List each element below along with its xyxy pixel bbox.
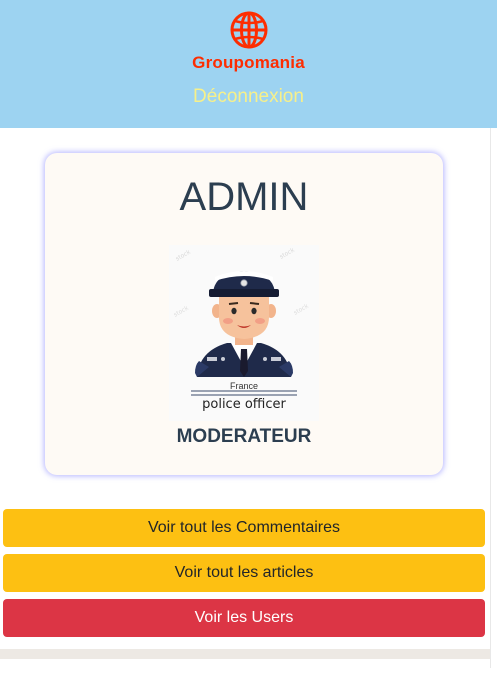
logout-link[interactable]: Déconnexion <box>0 86 497 108</box>
profile-card: ADMIN stock stock stock stock France pol… <box>45 153 443 475</box>
role-label: MODERATEUR <box>176 426 312 447</box>
footer-divider <box>0 649 497 659</box>
police-officer-icon: stock stock stock stock <box>173 246 311 396</box>
view-articles-button[interactable]: Voir tout les articles <box>3 554 485 592</box>
page: Groupomania Déconnexion ADMIN stock stoc… <box>0 0 497 696</box>
view-users-button[interactable]: Voir les Users <box>3 599 485 637</box>
scrollbar[interactable] <box>490 128 497 668</box>
brand-name: Groupomania <box>192 53 305 72</box>
avatar-country-label: France <box>229 381 258 391</box>
avatar-caption: police officer <box>202 397 286 412</box>
header: Groupomania Déconnexion <box>0 0 497 128</box>
svg-text:stock: stock <box>293 302 311 316</box>
svg-text:stock: stock <box>173 304 191 318</box>
avatar: stock stock stock stock France police of… <box>169 245 319 421</box>
profile-title: ADMIN <box>179 175 309 219</box>
globe-icon <box>230 11 267 49</box>
svg-text:stock: stock <box>279 246 297 260</box>
groupomania-logo[interactable]: Groupomania <box>0 10 497 74</box>
svg-text:stock: stock <box>175 248 193 262</box>
view-comments-button[interactable]: Voir tout les Commentaires <box>3 509 485 547</box>
